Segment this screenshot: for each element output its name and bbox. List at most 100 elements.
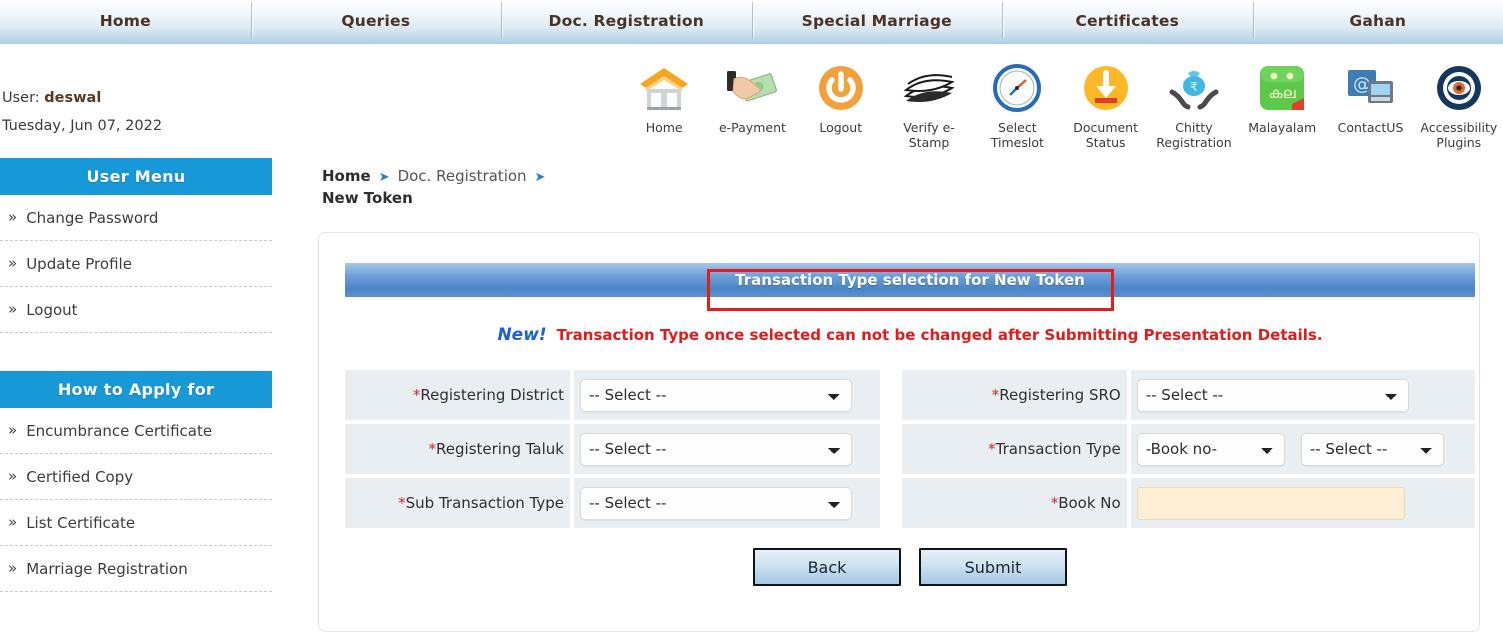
double-chevron-right-icon: » bbox=[8, 513, 18, 531]
back-button[interactable]: Back bbox=[753, 548, 901, 586]
breadcrumb-section[interactable]: Doc. Registration bbox=[398, 167, 527, 185]
double-chevron-right-icon: » bbox=[8, 421, 18, 439]
current-date: Tuesday, Jun 07, 2022 bbox=[2, 118, 163, 134]
sub-transaction-type-select[interactable]: -- Select -- bbox=[580, 486, 852, 520]
field-label: Registering Taluk bbox=[436, 440, 564, 458]
house-icon bbox=[636, 60, 692, 116]
label-transaction-type: *Transaction Type bbox=[901, 424, 1127, 474]
money-bag-hands-icon: ₹ bbox=[1166, 60, 1222, 116]
field-registering-sro: -- Select -- bbox=[1126, 370, 1475, 420]
user-name: deswal bbox=[44, 90, 102, 106]
toolbar-item-logout[interactable]: Logout bbox=[797, 60, 885, 135]
breadcrumb-home[interactable]: Home bbox=[322, 167, 371, 185]
breadcrumb-arrow-icon: ➤ bbox=[534, 170, 546, 185]
double-chevron-right-icon: » bbox=[8, 559, 18, 577]
required-marker: * bbox=[398, 494, 406, 512]
toolbar-item-label: Verify e-Stamp bbox=[903, 120, 955, 150]
registering-sro-select[interactable]: -- Select -- bbox=[1136, 378, 1409, 412]
sidebar-user-menu-list: » Change Password » Update Profile » Log… bbox=[0, 195, 272, 333]
submit-button[interactable]: Submit bbox=[919, 548, 1067, 586]
transaction-type-book-select[interactable]: -Book no- bbox=[1136, 432, 1285, 466]
svg-text:കല: കല bbox=[1269, 84, 1296, 102]
toolbar-item-label: e-Payment bbox=[718, 120, 786, 135]
panel-title: Transaction Type selection for New Token bbox=[735, 271, 1085, 289]
sidebar-item-list-certificate[interactable]: » List Certificate bbox=[0, 500, 272, 546]
toolbar-item-label: Select Timeslot bbox=[990, 120, 1044, 150]
required-marker: * bbox=[428, 440, 437, 458]
stack-paper-icon bbox=[901, 60, 957, 116]
label-registering-sro: *Registering SRO bbox=[901, 370, 1127, 420]
toolbar-item-malayalam[interactable]: കല Malayalam bbox=[1238, 60, 1326, 135]
toolbar-item-e-payment[interactable]: e-Payment bbox=[708, 60, 796, 135]
label-registering-district: *Registering District bbox=[345, 370, 570, 420]
quick-links-toolbar: Home e-Payment Logout Verify e-Stamp Sel… bbox=[620, 60, 1503, 150]
nav-item-special-marriage[interactable]: Special Marriage bbox=[751, 0, 1003, 44]
nav-item-queries[interactable]: Queries bbox=[250, 0, 502, 44]
transaction-type-select[interactable]: -- Select -- bbox=[1300, 432, 1444, 466]
sidebar-item-encumbrance-certificate[interactable]: » Encumbrance Certificate bbox=[0, 408, 272, 454]
user-name-line: User: deswal bbox=[2, 84, 300, 112]
toolbar-item-accessibility-plugins[interactable]: Accessibility Plugins bbox=[1415, 60, 1503, 150]
sidebar-user-menu-header: User Menu bbox=[0, 158, 272, 195]
toolbar-item-label: Malayalam bbox=[1248, 120, 1317, 135]
book-no-input[interactable] bbox=[1136, 486, 1405, 520]
notice-banner: New! Transaction Type once selected can n… bbox=[345, 325, 1475, 345]
form-row: *Registering Taluk -- Select -- *Transac… bbox=[345, 424, 1475, 474]
toolbar-item-select-timeslot[interactable]: Select Timeslot bbox=[973, 60, 1061, 150]
sidebar-item-label: Change Password bbox=[26, 208, 159, 227]
field-registering-taluk: -- Select -- bbox=[570, 424, 880, 474]
sidebar-item-logout[interactable]: » Logout bbox=[0, 287, 272, 333]
field-label: Registering SRO bbox=[999, 386, 1121, 404]
toolbar-item-label: Document Status bbox=[1073, 120, 1139, 150]
breadcrumb-arrow-icon: ➤ bbox=[378, 170, 390, 185]
toolbar-item-verify-e-stamp[interactable]: Verify e-Stamp bbox=[885, 60, 973, 150]
field-sub-transaction-type: -- Select -- bbox=[570, 478, 880, 528]
form-actions: Back Submit bbox=[345, 548, 1475, 586]
toolbar-item-label: Home bbox=[645, 120, 683, 135]
double-chevron-right-icon: » bbox=[8, 467, 18, 485]
eye-target-icon bbox=[1431, 60, 1487, 116]
column-spacer bbox=[879, 424, 902, 474]
double-chevron-right-icon: » bbox=[8, 300, 18, 318]
svg-text:₹: ₹ bbox=[1190, 80, 1198, 94]
toolbar-item-home[interactable]: Home bbox=[620, 60, 708, 135]
field-label: Registering District bbox=[420, 386, 564, 404]
sidebar-item-update-profile[interactable]: » Update Profile bbox=[0, 241, 272, 287]
label-book-no: *Book No bbox=[901, 478, 1127, 528]
toolbar-item-label: Accessibility Plugins bbox=[1420, 120, 1498, 150]
registering-taluk-select[interactable]: -- Select -- bbox=[580, 432, 852, 466]
breadcrumb-current: New Token bbox=[322, 189, 413, 207]
label-registering-taluk: *Registering Taluk bbox=[345, 424, 570, 474]
transaction-type-form: *Registering District -- Select -- *Regi… bbox=[345, 366, 1475, 532]
user-info-block: User: deswal Tuesday, Jun 07, 2022 bbox=[0, 44, 300, 140]
toolbar-item-label: Chitty Registration bbox=[1156, 120, 1232, 150]
clock-icon bbox=[989, 60, 1045, 116]
malayalam-app-icon: കല bbox=[1254, 60, 1310, 116]
sidebar-how-to-apply-list: » Encumbrance Certificate » Certified Co… bbox=[0, 408, 272, 592]
sidebar-item-label: Marriage Registration bbox=[26, 559, 188, 578]
double-chevron-right-icon: » bbox=[8, 208, 18, 226]
sidebar-item-label: Logout bbox=[26, 300, 78, 319]
at-mail-icon: @ bbox=[1343, 60, 1399, 116]
sidebar-item-certified-copy[interactable]: » Certified Copy bbox=[0, 454, 272, 500]
hand-cash-icon bbox=[724, 60, 780, 116]
nav-item-gahan[interactable]: Gahan bbox=[1252, 0, 1503, 44]
nav-item-home[interactable]: Home bbox=[0, 0, 251, 44]
sidebar-how-to-apply-title: How to Apply for bbox=[57, 380, 215, 399]
toolbar-item-chitty-registration[interactable]: ₹ Chitty Registration bbox=[1150, 60, 1238, 150]
required-marker: * bbox=[988, 440, 996, 458]
toolbar-item-contact-us[interactable]: @ ContactUS bbox=[1326, 60, 1414, 135]
toolbar-item-document-status[interactable]: Document Status bbox=[1061, 60, 1149, 150]
double-chevron-right-icon: » bbox=[8, 254, 18, 272]
column-spacer bbox=[879, 370, 902, 420]
sidebar-item-marriage-registration[interactable]: » Marriage Registration bbox=[0, 546, 272, 592]
sidebar-item-change-password[interactable]: » Change Password bbox=[0, 195, 272, 241]
content-panel: Transaction Type selection for New Token… bbox=[318, 232, 1480, 632]
nav-item-certificates[interactable]: Certificates bbox=[1002, 0, 1253, 44]
registering-district-select[interactable]: -- Select -- bbox=[580, 378, 852, 412]
toolbar-item-label: ContactUS bbox=[1337, 120, 1404, 135]
nav-item-doc-registration[interactable]: Doc. Registration bbox=[501, 0, 752, 44]
panel-header-bar: Transaction Type selection for New Token bbox=[345, 263, 1475, 297]
field-label: Transaction Type bbox=[995, 440, 1121, 458]
